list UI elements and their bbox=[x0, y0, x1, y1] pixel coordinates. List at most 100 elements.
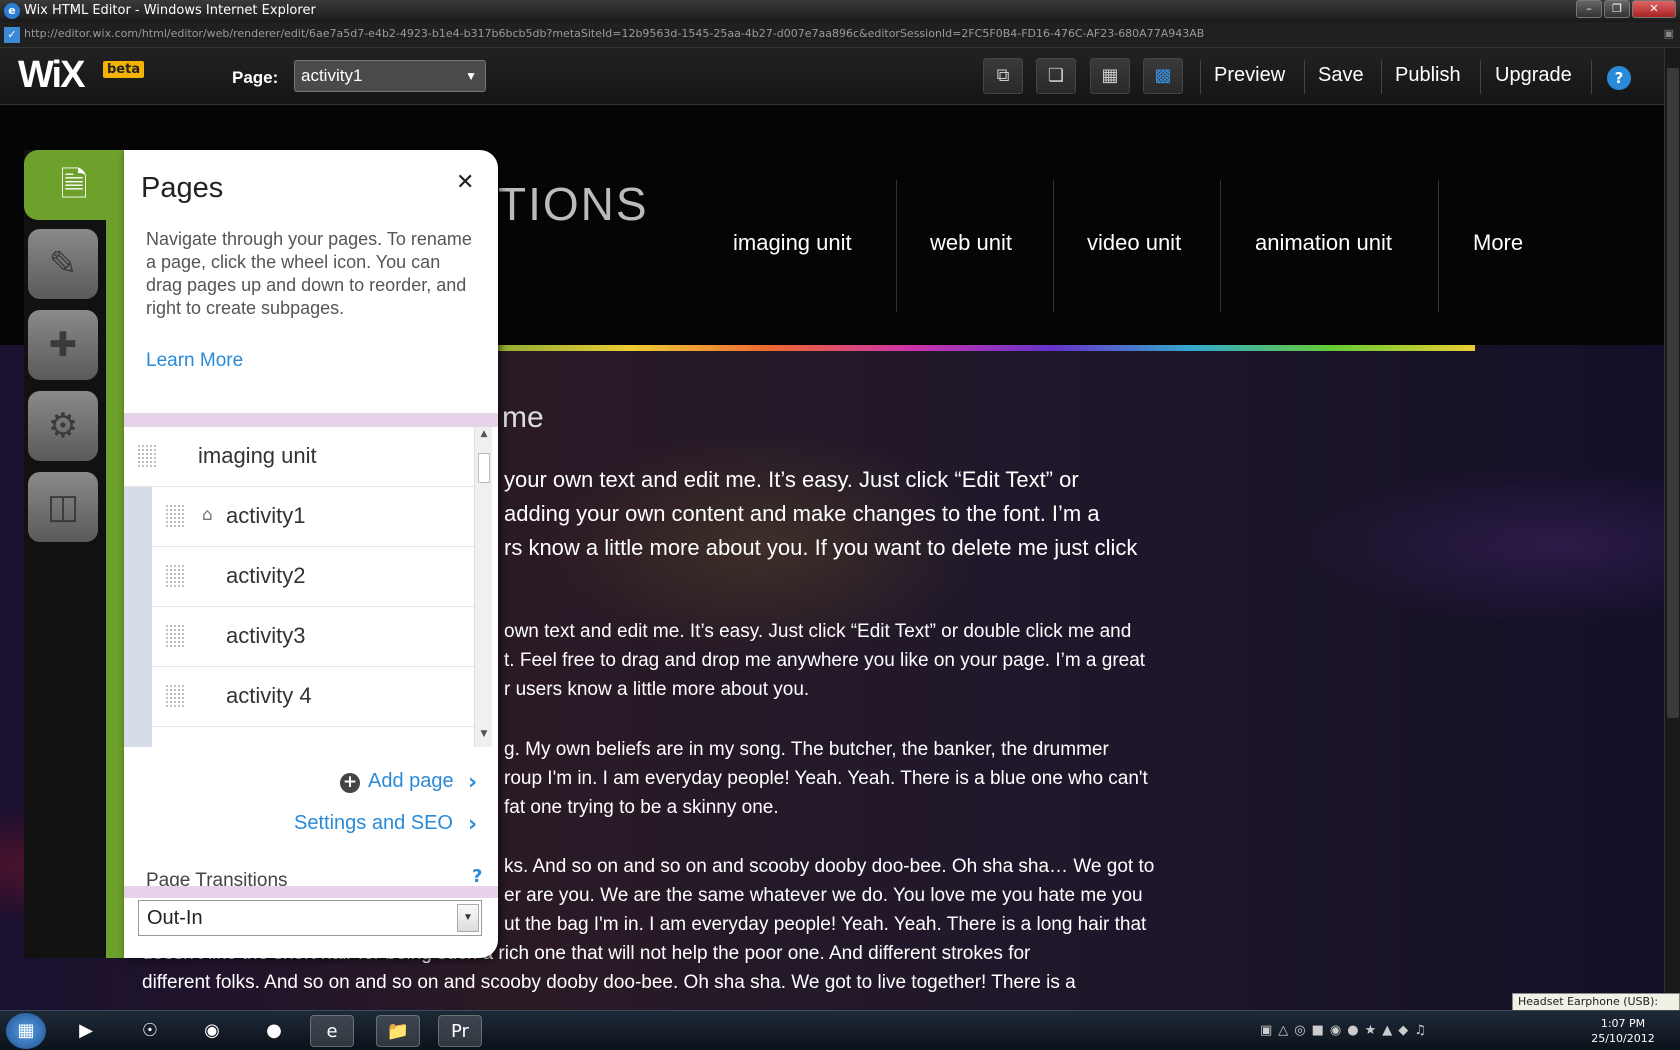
body-text-line[interactable]: ut the bag I'm in. I am everyday people!… bbox=[504, 910, 1146, 939]
close-icon[interactable]: ✕ bbox=[456, 170, 474, 195]
toolbar-divider bbox=[1304, 60, 1305, 94]
settings-seo-link[interactable]: Settings and SEO bbox=[294, 812, 453, 835]
premiere-icon[interactable]: Pr bbox=[438, 1015, 482, 1047]
drag-handle-icon[interactable] bbox=[164, 625, 186, 647]
panel-title: Pages bbox=[141, 172, 224, 204]
firefox-icon[interactable]: ● bbox=[252, 1015, 296, 1047]
file-explorer-icon[interactable]: 📁 bbox=[376, 1015, 420, 1047]
page-row-imaging-unit[interactable]: imaging unit bbox=[124, 427, 474, 487]
preview-button[interactable]: Preview bbox=[1214, 64, 1285, 87]
copy-icon[interactable]: ⧉ bbox=[983, 58, 1023, 94]
chrome-icon[interactable]: ◉ bbox=[190, 1015, 234, 1047]
help-icon[interactable]: ? bbox=[472, 866, 482, 887]
safari-icon[interactable]: ☉ bbox=[128, 1015, 172, 1047]
drag-handle-icon[interactable] bbox=[164, 565, 186, 587]
wix-logo: WiX bbox=[18, 54, 85, 96]
site-nav-divider bbox=[1053, 180, 1054, 312]
grid-toggle-icon[interactable]: ▦ bbox=[1090, 58, 1130, 94]
scrollbar-thumb[interactable] bbox=[478, 453, 490, 483]
pages-icon[interactable]: 🗎 bbox=[24, 150, 124, 220]
url-field[interactable]: http://editor.wix.com/html/editor/web/re… bbox=[24, 27, 1654, 40]
page-selector-dropdown[interactable]: activity1 ▼ bbox=[294, 60, 486, 92]
dropdown-arrow-icon: ▼ bbox=[465, 69, 477, 83]
page-row-activity-4[interactable]: activity 4 bbox=[152, 667, 474, 727]
transition-select[interactable]: Out-In ▼ bbox=[138, 900, 482, 936]
body-text-line[interactable]: r users know a little more about you. bbox=[504, 675, 809, 704]
pages-panel: Pages ✕ Navigate through your pages. To … bbox=[124, 150, 498, 958]
restore-button[interactable]: ❐ bbox=[1604, 0, 1630, 18]
site-nav-imaging-unit[interactable]: imaging unit bbox=[733, 230, 852, 256]
start-button[interactable]: ▦ bbox=[6, 1013, 46, 1049]
drag-handle-icon[interactable] bbox=[136, 445, 158, 467]
body-text-line[interactable]: t. Feel free to drag and drop me anywher… bbox=[504, 646, 1145, 675]
internet-explorer-icon[interactable]: e bbox=[310, 1015, 354, 1047]
body-text-line[interactable]: fat one trying to be a skinny one. bbox=[504, 793, 779, 822]
header-divider bbox=[490, 345, 1475, 351]
save-button[interactable]: Save bbox=[1318, 64, 1364, 87]
add-icon[interactable]: ✚ bbox=[28, 310, 98, 380]
pages-list-header bbox=[124, 413, 498, 427]
snap-to-grid-icon[interactable]: ▩ bbox=[1143, 58, 1183, 94]
system-clock[interactable]: 1:07 PM 25/10/2012 bbox=[1588, 1016, 1658, 1046]
add-page-icon[interactable]: + bbox=[340, 773, 360, 793]
system-tray-icons[interactable]: ▣△◎■◉●★▲◆♫ bbox=[1260, 1023, 1432, 1038]
address-options-icon[interactable]: ▣ bbox=[1664, 27, 1674, 40]
help-icon[interactable]: ? bbox=[1607, 66, 1631, 90]
toolbar-divider bbox=[1200, 60, 1201, 94]
wix-editor-toolbar: WiX beta Page: activity1 ▼ ⧉ ❏ ▦ ▩ Previ… bbox=[0, 48, 1680, 105]
drag-handle-icon[interactable] bbox=[164, 685, 186, 707]
add-page-button[interactable]: Add page bbox=[368, 770, 454, 793]
site-nav-video-unit[interactable]: video unit bbox=[1087, 230, 1181, 256]
window-title-bar: e Wix HTML Editor - Windows Internet Exp… bbox=[0, 0, 1680, 22]
page-name: activity3 bbox=[226, 623, 306, 648]
site-nav-more[interactable]: More bbox=[1473, 230, 1523, 256]
body-text-line[interactable]: roup I'm in. I am everyday people! Yeah.… bbox=[504, 764, 1148, 793]
learn-more-link[interactable]: Learn More bbox=[146, 350, 243, 372]
settings-gear-icon[interactable]: ⚙ bbox=[28, 391, 98, 461]
chevron-right-icon[interactable]: › bbox=[468, 812, 477, 837]
body-text-line[interactable]: rs know a little more about you. If you … bbox=[504, 531, 1137, 565]
chevron-down-icon[interactable]: ▼ bbox=[457, 904, 479, 932]
content-heading[interactable]: me bbox=[502, 401, 544, 435]
upgrade-button[interactable]: Upgrade bbox=[1495, 64, 1572, 87]
body-text-line[interactable]: g. My own beliefs are in my song. The bu… bbox=[504, 735, 1109, 764]
body-text-line[interactable]: your own text and edit me. It’s easy. Ju… bbox=[504, 463, 1079, 497]
page-row-activity1[interactable]: ⌂ activity1 bbox=[152, 487, 474, 547]
page-name: imaging unit bbox=[198, 443, 317, 468]
body-text-line[interactable]: ks. And so on and so on and scooby dooby… bbox=[504, 852, 1154, 881]
page-name: activity 4 bbox=[226, 683, 312, 708]
publish-button[interactable]: Publish bbox=[1395, 64, 1461, 87]
body-text-line[interactable]: er are you. We are the same whatever we … bbox=[504, 881, 1143, 910]
body-text-line[interactable]: own text and edit me. It’s easy. Just cl… bbox=[504, 617, 1131, 646]
minimize-button[interactable]: – bbox=[1576, 0, 1602, 18]
drag-handle-icon[interactable] bbox=[164, 505, 186, 527]
design-brush-icon[interactable]: ✎ bbox=[28, 229, 98, 299]
ie-logo-icon: e bbox=[4, 3, 20, 19]
site-nav-animation-unit[interactable]: animation unit bbox=[1255, 230, 1392, 256]
home-page-icon: ⌂ bbox=[202, 505, 213, 525]
page-selector-value: activity1 bbox=[301, 66, 363, 85]
page-row-activity2[interactable]: activity2 bbox=[152, 547, 474, 607]
body-text-line[interactable]: adding your own content and make changes… bbox=[504, 497, 1100, 531]
toolbar-divider bbox=[1480, 60, 1481, 94]
page-row-activity3[interactable]: activity3 bbox=[152, 607, 474, 667]
media-player-icon[interactable]: ▶ bbox=[64, 1015, 108, 1047]
scroll-up-icon[interactable]: ▲ bbox=[475, 429, 493, 445]
close-window-button[interactable]: ✕ bbox=[1632, 0, 1676, 18]
pages-list: imaging unit ⌂ activity1 activity2 activ… bbox=[124, 427, 474, 747]
window-scrollbar[interactable] bbox=[1664, 48, 1680, 1010]
pages-list-scrollbar[interactable]: ▲ ▼ bbox=[474, 427, 492, 747]
transitions-divider bbox=[124, 886, 498, 898]
body-text-line[interactable]: different folks. And so on and so on and… bbox=[142, 968, 1076, 997]
subpage-indent bbox=[124, 487, 152, 747]
window-controls: – ❐ ✕ bbox=[1574, 0, 1676, 20]
site-logo-text[interactable]: TIONS bbox=[498, 177, 649, 231]
chevron-right-icon[interactable]: › bbox=[468, 770, 477, 795]
window-scrollbar-thumb[interactable] bbox=[1667, 68, 1679, 718]
site-nav-web-unit[interactable]: web unit bbox=[930, 230, 1012, 256]
transition-value: Out-In bbox=[147, 907, 203, 929]
app-market-icon[interactable]: ◫ bbox=[28, 472, 98, 542]
scroll-down-icon[interactable]: ▼ bbox=[475, 729, 493, 745]
clock-date: 25/10/2012 bbox=[1591, 1032, 1655, 1045]
paste-icon[interactable]: ❏ bbox=[1036, 58, 1076, 94]
